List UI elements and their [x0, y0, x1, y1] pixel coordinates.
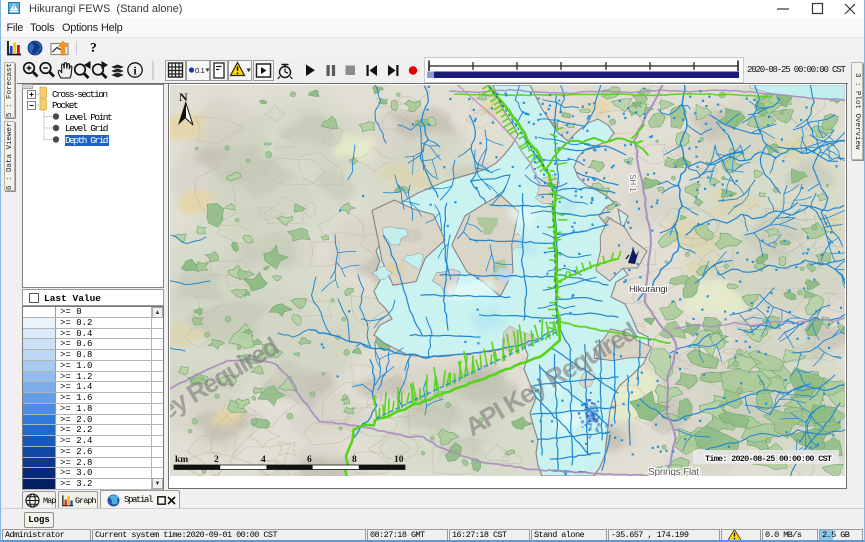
svg-text:10: 10 [394, 455, 404, 465]
svg-text:N: N [179, 90, 188, 104]
svg-text:Time: 2020-08-25 00:00:00 CST: Time: 2020-08-25 00:00:00 CST [705, 454, 832, 464]
svg-text:SH 1: SH 1 [628, 174, 637, 192]
svg-text:6: 6 [307, 455, 312, 465]
svg-text:2: 2 [214, 455, 219, 465]
svg-text:4: 4 [261, 455, 266, 465]
svg-text:i: i [133, 64, 137, 78]
svg-text:Springs Flat: Springs Flat [648, 467, 699, 476]
svg-text:Hikurangi: Hikurangi [629, 284, 667, 295]
svg-text:0.1: 0.1 [195, 66, 205, 75]
svg-text:8: 8 [352, 455, 357, 465]
svg-text:km: km [175, 455, 188, 465]
